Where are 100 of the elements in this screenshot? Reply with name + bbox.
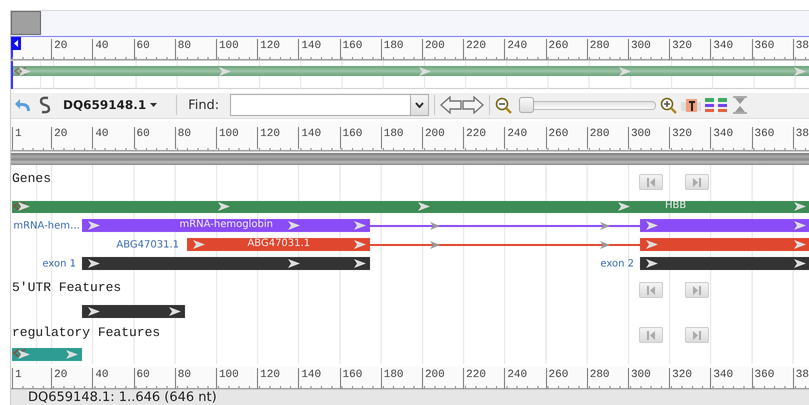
ruler-label: 40	[92, 368, 109, 389]
skip-forward-icon	[693, 330, 701, 340]
ruler-label: 280	[586, 368, 610, 389]
previous-feature-button[interactable]	[639, 174, 663, 190]
caret-icon	[150, 103, 158, 108]
feature-label[interactable]: exon 1	[42, 258, 76, 269]
skip-back-icon	[647, 178, 655, 186]
skip-back-icon	[647, 330, 655, 340]
previous-feature-button[interactable]	[639, 282, 663, 298]
sequence-view-icon[interactable]	[681, 97, 702, 114]
feature-colors-icon[interactable]	[705, 97, 728, 114]
ruler-label: 100	[216, 39, 239, 60]
ruler-label: 100	[216, 368, 239, 389]
ruler-label: 240	[504, 39, 528, 60]
ruler-label: 160	[340, 126, 362, 149]
feature-bar[interactable]	[640, 257, 809, 270]
ruler-label: 300	[628, 39, 651, 60]
scroll-left-icon[interactable]	[11, 37, 21, 50]
ruler-label: 60	[134, 368, 150, 389]
ruler-label: 40	[92, 126, 109, 149]
ruler-label: 280	[586, 126, 610, 149]
next-feature-button[interactable]	[685, 174, 709, 190]
ruler-label: 140	[298, 368, 322, 389]
sequence-icon[interactable]	[37, 95, 53, 116]
skip-forward-icon	[693, 286, 701, 294]
ruler-label: 40	[92, 39, 109, 60]
ruler-label: 360	[752, 39, 774, 60]
next-feature-button[interactable]	[685, 327, 709, 343]
ruler-label: 340	[710, 39, 734, 60]
ruler-label: 160	[340, 368, 362, 389]
ruler-label: 160	[340, 39, 362, 60]
next-feature-button[interactable]	[685, 282, 709, 298]
ruler-label: 180	[380, 39, 404, 60]
ruler-label: 180	[380, 126, 404, 149]
find-dropdown-button[interactable]	[411, 94, 430, 116]
ruler-label: 120	[257, 368, 280, 389]
ruler-label: 20	[51, 39, 68, 60]
feature-bar[interactable]	[12, 348, 82, 360]
zoom-out-icon[interactable]	[495, 96, 512, 114]
ruler-label: 1	[12, 126, 22, 149]
feature-label[interactable]: ABG47031.1	[116, 239, 179, 250]
feature-label[interactable]: mRNA-hem…	[13, 220, 80, 231]
ruler-label: 240	[504, 368, 528, 389]
forward-arrow-icon[interactable]	[462, 96, 484, 114]
feature-bar[interactable]	[82, 305, 186, 318]
ruler-label: 80	[174, 126, 191, 149]
chevron-down-icon	[415, 102, 424, 108]
ruler-label: 120	[257, 39, 280, 60]
ruler-label: 220	[463, 39, 486, 60]
track-title: regulatory Features	[12, 325, 160, 340]
ruler-label: 180	[380, 368, 404, 389]
ruler-label: 60	[134, 126, 150, 149]
track-title: Genes	[12, 171, 52, 186]
ruler-label: 360	[752, 368, 774, 389]
overview-thumbnail[interactable]	[11, 11, 41, 35]
track-title: 5'UTR Features	[12, 280, 122, 295]
skip-back-icon	[647, 286, 655, 294]
ruler-label: 340	[710, 368, 734, 389]
slider-thumb[interactable]	[519, 97, 534, 114]
ruler-label: 140	[298, 126, 322, 149]
ruler-label: 20	[51, 126, 68, 149]
ruler-label: 100	[216, 126, 239, 149]
ruler-label: 320	[669, 39, 692, 60]
zoom-slider[interactable]	[519, 97, 656, 114]
status-text: DQ659148.1: 1..646 (646 nt)	[28, 390, 217, 405]
ruler-label: 1	[12, 368, 22, 389]
zoom-in-icon[interactable]	[660, 96, 678, 114]
skip-forward-icon	[693, 178, 701, 186]
ruler-label: 120	[257, 126, 280, 149]
ruler-label: 20	[51, 368, 68, 389]
ruler-label: 300	[628, 368, 651, 389]
back-arrow-icon[interactable]	[440, 96, 462, 114]
feature-bar[interactable]	[82, 257, 370, 270]
ruler-label: 220	[463, 126, 486, 149]
ruler-label: 320	[669, 126, 692, 149]
ruler-label: 38	[792, 368, 809, 389]
ruler-label: 220	[463, 368, 486, 389]
collapse-icon[interactable]	[731, 96, 750, 114]
feature-bar[interactable]: HBB	[12, 200, 809, 212]
feature-bar[interactable]: ABG47031.1	[187, 238, 370, 251]
ruler-label: 280	[586, 39, 610, 60]
ruler-label: 240	[504, 126, 528, 149]
ruler-label: 300	[628, 126, 651, 149]
ruler-label: 80	[174, 368, 191, 389]
previous-feature-button[interactable]	[639, 327, 663, 343]
ruler-label: 80	[174, 39, 191, 60]
ruler-label: 260	[546, 368, 568, 389]
sequence-dropdown[interactable]: DQ659148.1	[63, 98, 158, 112]
find-label: Find:	[188, 98, 220, 113]
ruler-label: 140	[298, 39, 322, 60]
ruler-label: 38	[792, 126, 809, 149]
find-field[interactable]	[230, 94, 412, 116]
ruler-label: 200	[422, 39, 445, 60]
ruler-label: 38	[792, 39, 809, 60]
feature-bar[interactable]: mRNA-hemoglobin	[82, 219, 370, 232]
ruler-label: 360	[752, 126, 774, 149]
ruler-label: 260	[546, 126, 568, 149]
ruler-label: 260	[546, 39, 568, 60]
ruler-label: 340	[710, 126, 734, 149]
feature-label[interactable]: exon 2	[600, 258, 634, 269]
